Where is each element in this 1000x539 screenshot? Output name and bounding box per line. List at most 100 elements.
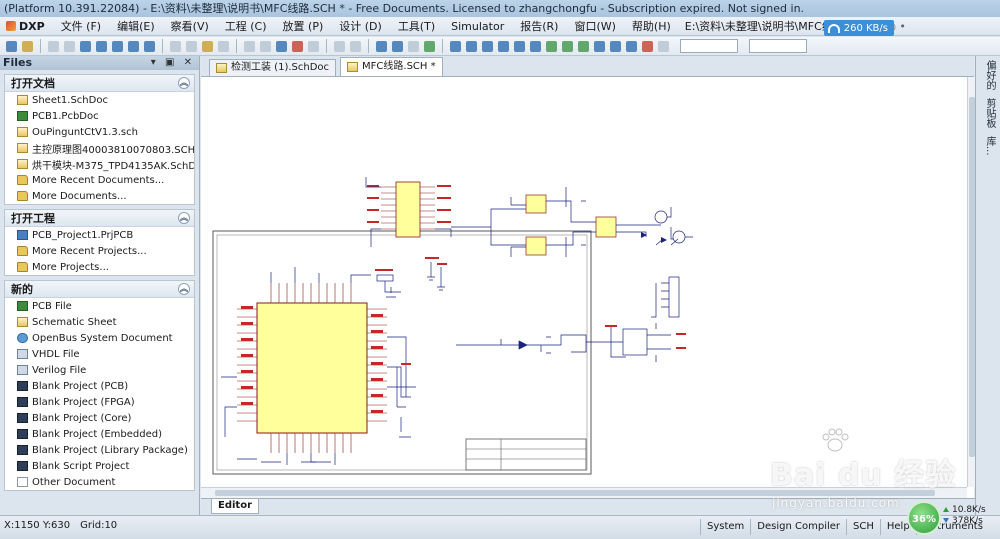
- place-bus-entry-icon[interactable]: [482, 40, 493, 52]
- tab-editor[interactable]: Editor: [211, 499, 259, 514]
- menu-project[interactable]: 工程 (C): [217, 17, 275, 36]
- menu-design[interactable]: 设计 (D): [331, 17, 390, 36]
- network-monitor-badge[interactable]: 36%: [907, 501, 941, 535]
- new-document-icon[interactable]: [6, 40, 17, 52]
- place-part-icon[interactable]: [546, 40, 557, 52]
- vcc-icon[interactable]: [530, 40, 541, 52]
- dock-tab-clipboard[interactable]: 剪贴板: [982, 94, 997, 132]
- browse-library-icon[interactable]: [408, 40, 419, 52]
- more-documents-link[interactable]: More Documents...: [5, 188, 194, 204]
- menu-tools[interactable]: 工具(T): [390, 17, 443, 36]
- tab-mfc-circuit[interactable]: MFC线路.SCH *: [340, 57, 443, 76]
- port-icon[interactable]: [610, 40, 621, 52]
- more-recent-documents-link[interactable]: More Recent Documents...: [5, 172, 194, 188]
- grid-size: Grid:10: [80, 520, 118, 531]
- system-button[interactable]: System: [700, 519, 750, 535]
- rubber-stamp-icon[interactable]: [218, 40, 229, 52]
- zoom-in-icon[interactable]: [144, 40, 155, 52]
- toolbar-combo-1[interactable]: [680, 39, 738, 53]
- new-blank-project-library-package[interactable]: Blank Project (Library Package): [5, 442, 194, 458]
- new-verilog-file[interactable]: Verilog File: [5, 362, 194, 378]
- design-compiler-button[interactable]: Design Compiler: [750, 519, 846, 535]
- cross-probe-icon[interactable]: [392, 40, 403, 52]
- off-sheet-connector-icon[interactable]: [626, 40, 637, 52]
- open-project-icon[interactable]: [80, 40, 91, 52]
- new-other-document[interactable]: Other Document: [5, 474, 194, 490]
- undo-icon[interactable]: [334, 40, 345, 52]
- sch-button[interactable]: SCH: [846, 519, 880, 535]
- section-header[interactable]: 新的 ︽: [5, 281, 194, 298]
- menu-help[interactable]: 帮助(H): [624, 17, 679, 36]
- menu-reports[interactable]: 报告(R): [512, 17, 566, 36]
- dxp-menu[interactable]: DXP: [0, 17, 53, 36]
- place-bus-icon[interactable]: [466, 40, 477, 52]
- menu-window[interactable]: 窗口(W): [566, 17, 623, 36]
- device-sheet-icon[interactable]: [594, 40, 605, 52]
- new-blank-script-project[interactable]: Blank Script Project: [5, 458, 194, 474]
- new-openbus-document[interactable]: OpenBus System Document: [5, 330, 194, 346]
- cut-icon[interactable]: [170, 40, 181, 52]
- vertical-scrollbar[interactable]: [967, 77, 975, 487]
- menu-view[interactable]: 察看(V): [163, 17, 217, 36]
- zoom-area-icon[interactable]: [112, 40, 123, 52]
- toolbar-combo-2[interactable]: [749, 39, 807, 53]
- dock-tab-libraries[interactable]: 库...: [982, 132, 997, 160]
- new-pcb-file[interactable]: PCB File: [5, 298, 194, 314]
- select-area-icon[interactable]: [244, 40, 255, 52]
- ground-icon[interactable]: [514, 40, 525, 52]
- redo-icon[interactable]: [350, 40, 361, 52]
- more-projects-link[interactable]: More Projects...: [5, 259, 194, 275]
- panel-controls-icon[interactable]: ▾ ▣ ✕: [151, 56, 195, 70]
- file-item[interactable]: Sheet1.SchDoc: [5, 92, 194, 108]
- file-item[interactable]: PCB1.PcbDoc: [5, 108, 194, 124]
- print-preview-icon[interactable]: [64, 40, 75, 52]
- place-wire-icon[interactable]: [450, 40, 461, 52]
- move-icon[interactable]: [260, 40, 271, 52]
- menu-file[interactable]: 文件 (F): [53, 17, 109, 36]
- project-item[interactable]: PCB_Project1.PrjPCB: [5, 227, 194, 243]
- file-item-label: Blank Project (Core): [32, 412, 132, 424]
- horizontal-scroll-thumb[interactable]: [215, 490, 935, 496]
- sheet-entry-icon[interactable]: [578, 40, 589, 52]
- clear-filter-icon[interactable]: [308, 40, 319, 52]
- no-erc-icon[interactable]: [642, 40, 653, 52]
- print-icon[interactable]: [48, 40, 59, 52]
- copy-icon[interactable]: [186, 40, 197, 52]
- new-blank-project-core[interactable]: Blank Project (Core): [5, 410, 194, 426]
- file-item[interactable]: 烘干模块-M375_TPD4135AK.SchDoc: [5, 156, 194, 172]
- menu-edit[interactable]: 编辑(E): [109, 17, 163, 36]
- net-speed-widget[interactable]: 260 KB/s: [823, 20, 894, 36]
- wire-icon[interactable]: [424, 40, 435, 52]
- harness-icon[interactable]: [658, 40, 669, 52]
- menu-simulator[interactable]: Simulator: [443, 17, 512, 36]
- zoom-selected-icon[interactable]: [128, 40, 139, 52]
- dock-tab-favorites[interactable]: 偏好的: [982, 56, 997, 94]
- file-item[interactable]: 主控原理图40003810070803.SCHDOC: [5, 140, 194, 156]
- tab-detection-fixture[interactable]: 检测工装 (1).SchDoc: [209, 59, 337, 76]
- new-vhdl-file[interactable]: VHDL File: [5, 346, 194, 362]
- section-header[interactable]: 打开工程 ︽: [5, 210, 194, 227]
- new-blank-project-pcb[interactable]: Blank Project (PCB): [5, 378, 194, 394]
- sheet-symbol-icon[interactable]: [562, 40, 573, 52]
- file-item[interactable]: OuPinguntCtV1.3.sch: [5, 124, 194, 140]
- menu-place[interactable]: 放置 (P): [275, 17, 332, 36]
- new-blank-project-fpga[interactable]: Blank Project (FPGA): [5, 394, 194, 410]
- toolbar-separator: [442, 39, 443, 53]
- new-schematic-sheet[interactable]: Schematic Sheet: [5, 314, 194, 330]
- hierarchy-icon[interactable]: [376, 40, 387, 52]
- section-title: 打开文档: [11, 77, 55, 90]
- deselect-icon[interactable]: [292, 40, 303, 52]
- paste-icon[interactable]: [202, 40, 213, 52]
- more-recent-projects-link[interactable]: More Recent Projects...: [5, 243, 194, 259]
- zoom-fit-icon[interactable]: [96, 40, 107, 52]
- collapse-icon[interactable]: ︽: [178, 283, 190, 295]
- collapse-icon[interactable]: ︽: [178, 212, 190, 224]
- schematic-canvas[interactable]: [201, 77, 974, 498]
- open-icon[interactable]: [22, 40, 33, 52]
- new-blank-project-embedded[interactable]: Blank Project (Embedded): [5, 426, 194, 442]
- horizontal-scrollbar[interactable]: [201, 487, 967, 498]
- section-header[interactable]: 打开文档 ︽: [5, 75, 194, 92]
- select-icon[interactable]: [276, 40, 287, 52]
- place-net-label-icon[interactable]: [498, 40, 509, 52]
- collapse-icon[interactable]: ︽: [178, 77, 190, 89]
